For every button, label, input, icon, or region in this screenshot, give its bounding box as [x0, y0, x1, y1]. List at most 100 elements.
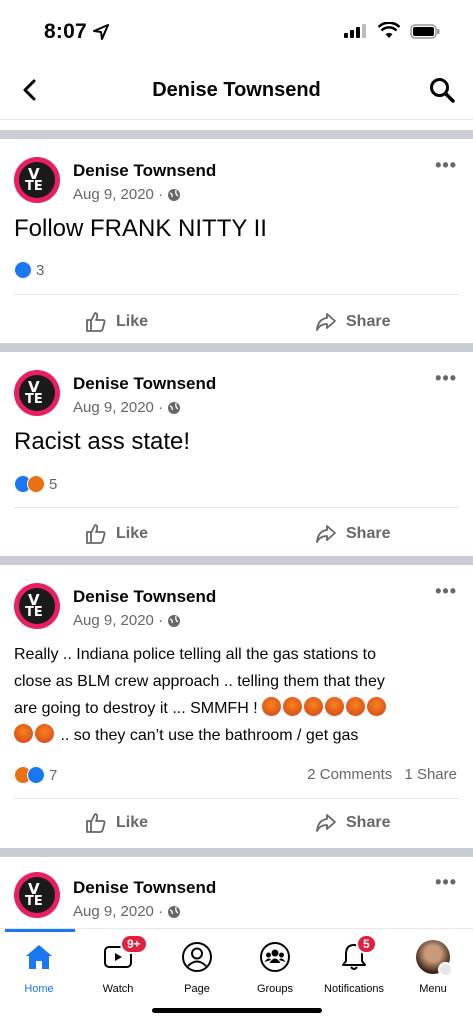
battery-icon: [410, 24, 440, 39]
avatar[interactable]: V TE: [14, 157, 60, 203]
tab-label: Home: [24, 983, 54, 995]
post-author[interactable]: Denise Townsend: [73, 374, 216, 394]
post: V TE Denise Townsend Aug 9, 2020 · •••: [0, 857, 473, 928]
comments-count-link[interactable]: 2 Comments: [307, 766, 392, 783]
profile-avatar: [416, 940, 453, 977]
post-text-line: .. so they can’t use the bathroom / get …: [14, 722, 464, 749]
post-date[interactable]: Aug 9, 2020 ·: [73, 612, 163, 629]
like-label: Like: [116, 525, 149, 542]
home-icon: [26, 945, 52, 969]
thumbs-up-icon: [86, 524, 106, 544]
globe-icon: [168, 188, 181, 201]
post-date[interactable]: Aug 9, 2020 ·: [73, 903, 163, 920]
wifi-icon: [378, 22, 400, 38]
share-label: Share: [346, 313, 391, 330]
feed-separator: [0, 848, 473, 857]
post-meta: Aug 9, 2020 ·: [73, 903, 181, 920]
menu-hamburger-icon: [438, 962, 453, 977]
angry-emoji-icon: [346, 697, 366, 716]
angry-reaction-icon: [27, 475, 45, 493]
post-meta: Aug 9, 2020 ·: [73, 612, 181, 629]
post-meta: Aug 9, 2020 ·: [73, 399, 181, 416]
angry-emoji-icon: [35, 724, 54, 743]
post-author[interactable]: Denise Townsend: [73, 587, 216, 607]
reactions-summary[interactable]: 3: [14, 261, 44, 279]
cellular-signal-icon: [344, 24, 366, 38]
status-time: 8:07: [44, 20, 87, 43]
more-options-button[interactable]: •••: [435, 872, 457, 893]
tab-watch[interactable]: 9+ Watch: [78, 934, 158, 995]
post-text: Follow FRANK NITTY II: [14, 215, 267, 242]
like-reaction-icon: [14, 261, 32, 279]
avatar[interactable]: V TE: [14, 583, 60, 629]
thumbs-up-icon: [86, 312, 106, 332]
like-label: Like: [116, 313, 149, 330]
post-text-segment: .. so they can’t use the bathroom / get …: [60, 727, 359, 744]
share-button[interactable]: Share: [314, 522, 390, 546]
post-date[interactable]: Aug 9, 2020 ·: [73, 399, 163, 416]
angry-emoji-icon: [325, 697, 345, 716]
tab-notifications[interactable]: 5 Notifications: [314, 934, 394, 995]
post-text-line: are going to destroy it ... SMMFH !: [14, 695, 464, 722]
share-arrow-icon: [316, 814, 336, 832]
globe-icon: [168, 905, 181, 918]
tab-label: Groups: [256, 983, 294, 995]
post: V TE Denise Townsend Aug 9, 2020 · ••• Ra…: [0, 352, 473, 556]
share-button[interactable]: Share: [314, 811, 390, 835]
angry-emoji-icon: [14, 724, 33, 743]
engagement-stats: 2 Comments 1 Share: [299, 766, 457, 783]
share-label: Share: [346, 814, 391, 831]
post-author[interactable]: Denise Townsend: [73, 161, 216, 181]
globe-icon: [168, 614, 181, 627]
more-options-button[interactable]: •••: [435, 581, 457, 602]
tab-home[interactable]: Home: [0, 939, 79, 995]
angry-emoji-icon: [283, 697, 303, 716]
tab-label: Watch: [102, 983, 134, 995]
reaction-count: 5: [49, 475, 58, 493]
more-options-button[interactable]: •••: [435, 368, 457, 389]
thumbs-up-icon: [86, 813, 106, 833]
shares-count-link[interactable]: 1 Share: [404, 766, 457, 783]
divider: [14, 798, 459, 799]
feed-separator: [0, 130, 473, 139]
like-button[interactable]: Like: [84, 310, 148, 334]
post-text-line: close as BLM crew approach .. telling th…: [14, 673, 385, 690]
post: V TE Denise Townsend Aug 9, 2020 · ••• Re…: [0, 565, 473, 848]
tab-groups[interactable]: Groups: [235, 939, 315, 995]
reaction-count: 7: [49, 766, 58, 784]
status-bar: 8:07: [0, 0, 473, 62]
avatar[interactable]: V TE: [14, 370, 60, 416]
watch-badge: 9+: [120, 934, 148, 954]
like-button[interactable]: Like: [84, 522, 148, 546]
profile-page-icon: [182, 942, 212, 972]
page-header: Denise Townsend: [0, 62, 473, 120]
more-options-button[interactable]: •••: [435, 155, 457, 176]
tab-page[interactable]: Page: [157, 939, 237, 995]
post-text: Racist ass state!: [14, 428, 191, 455]
share-button[interactable]: Share: [314, 310, 390, 334]
page-title: Denise Townsend: [152, 79, 321, 101]
post-author[interactable]: Denise Townsend: [73, 878, 216, 898]
share-arrow-icon: [316, 313, 336, 331]
divider: [14, 294, 459, 295]
share-label: Share: [346, 525, 391, 542]
location-arrow-icon: [93, 24, 109, 40]
globe-icon: [168, 401, 181, 414]
groups-icon: [260, 942, 290, 972]
reaction-count: 3: [36, 261, 45, 279]
avatar[interactable]: V TE: [14, 872, 60, 918]
active-tab-indicator: [5, 929, 75, 932]
notifications-badge: 5: [356, 934, 377, 954]
reactions-summary[interactable]: 5: [14, 475, 57, 493]
search-icon[interactable]: [428, 76, 456, 104]
post-date[interactable]: Aug 9, 2020 ·: [73, 186, 163, 203]
feed-separator: [0, 343, 473, 352]
home-indicator: [152, 1008, 322, 1013]
like-button[interactable]: Like: [84, 811, 148, 835]
reactions-summary[interactable]: 7: [14, 766, 57, 784]
divider: [14, 507, 459, 508]
tab-menu[interactable]: Menu: [393, 939, 473, 995]
angry-emoji-icon: [304, 697, 324, 716]
post: V TE Denise Townsend Aug 9, 2020 · ••• Fo…: [0, 139, 473, 343]
angry-emoji-icon: [367, 697, 387, 716]
